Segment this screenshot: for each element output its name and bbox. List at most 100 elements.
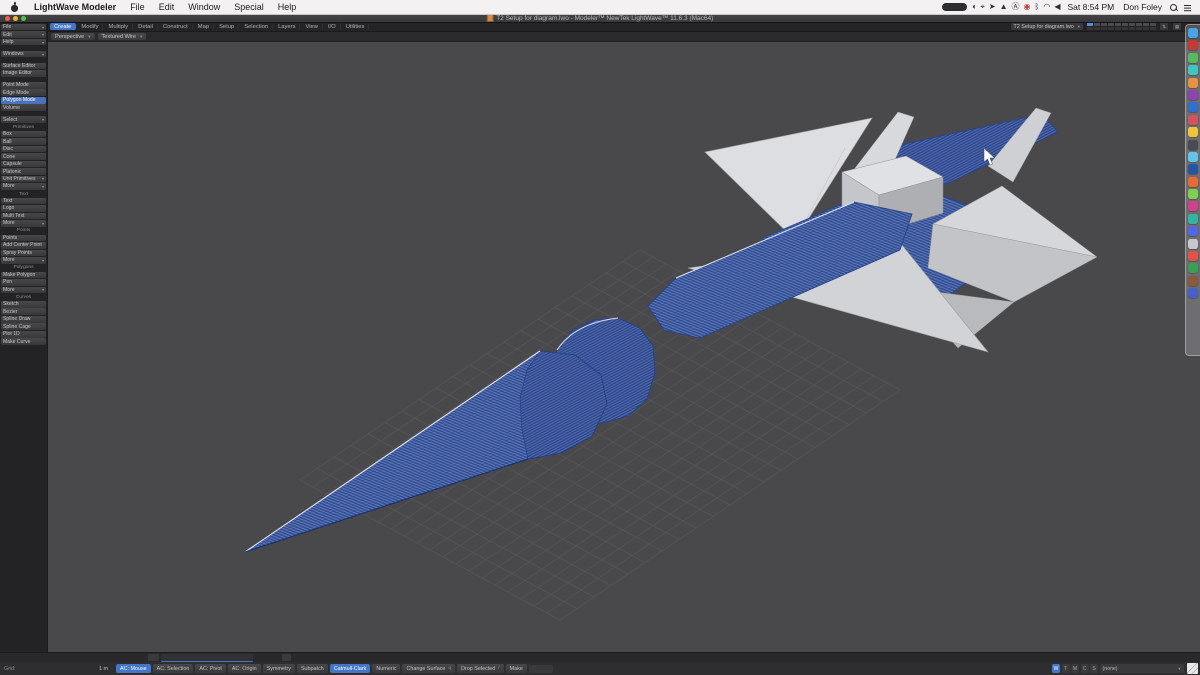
sidebar-item-logo[interactable]: Logo	[1, 205, 46, 212]
dock-app-icon[interactable]	[1188, 201, 1198, 211]
close-window-icon[interactable]	[5, 16, 10, 21]
vmap-selector[interactable]: (none) ▾	[1100, 664, 1184, 673]
vmap-m-button[interactable]: M	[1071, 664, 1079, 673]
menu-lightwave-modeler[interactable]: LightWave Modeler	[27, 0, 123, 14]
menu-file[interactable]: File	[123, 0, 152, 14]
bank-grid-icon[interactable]: ▦	[1172, 22, 1182, 31]
info-field[interactable]	[161, 654, 253, 662]
zoom-window-icon[interactable]	[21, 16, 26, 21]
dock-app-icon[interactable]	[1188, 53, 1198, 63]
status-input-field[interactable]	[529, 665, 553, 673]
sidebar-item-multi-text[interactable]: Multi Text	[1, 213, 46, 220]
dock-app-icon[interactable]	[1188, 164, 1198, 174]
sidebar-item-help[interactable]: Help▾	[1, 39, 46, 46]
tab-layers[interactable]: Layers	[274, 23, 300, 30]
layer-button-10[interactable]	[1150, 23, 1156, 30]
spotlight-icon[interactable]	[1169, 3, 1178, 12]
sidebar-item-more[interactable]: More▾	[1, 183, 46, 190]
sidebar-item-edit[interactable]: Edit▾	[1, 31, 46, 38]
make-button[interactable]: Make	[506, 664, 527, 673]
catmull-clark-button[interactable]: Catmull-Clark	[330, 664, 371, 673]
sidebar-item-more[interactable]: More▾	[1, 287, 46, 294]
sidebar-item-make-curve[interactable]: Make Curve	[1, 338, 46, 345]
menu-extra-icon[interactable]: Ⓐ	[1012, 0, 1020, 14]
tab-construct[interactable]: Construct	[159, 23, 193, 30]
apple-menu-icon[interactable]	[10, 3, 19, 12]
tab-modify[interactable]: Modify	[77, 23, 103, 30]
menu-edit[interactable]: Edit	[152, 0, 182, 14]
dock-app-icon[interactable]	[1188, 288, 1198, 298]
sidebar-item-polygon-mode[interactable]: Polygon Mode	[1, 97, 46, 104]
numeric-button[interactable]: Numeric	[372, 664, 400, 673]
dock-app-icon[interactable]	[1188, 239, 1198, 249]
dock-app-icon[interactable]	[1188, 65, 1198, 75]
subpatch-button[interactable]: Subpatch	[297, 664, 328, 673]
sidebar-item-text[interactable]: Text	[1, 198, 46, 205]
dock-app-icon[interactable]	[1188, 127, 1198, 137]
sidebar-item-add-center-point[interactable]: Add Center Point	[1, 242, 46, 249]
info-mini-dropdown[interactable]	[148, 654, 159, 661]
sidebar-item-surface-editor[interactable]: Surface Editor	[1, 63, 46, 70]
viewport-canvas[interactable]	[48, 41, 1200, 654]
dock-app-icon[interactable]	[1188, 78, 1198, 88]
layer-button-8[interactable]	[1136, 23, 1142, 30]
sidebar-item-spline-cage[interactable]: Spline Cage	[1, 323, 46, 330]
object-selector[interactable]: T2 Setup for diagram.lwo ▾	[1010, 22, 1085, 31]
sidebar-item-disc[interactable]: Disc	[1, 146, 46, 153]
sidebar-item-capsule[interactable]: Capsule	[1, 161, 46, 168]
ac-origin-button[interactable]: AC: Origin	[228, 664, 261, 673]
sidebar-item-image-editor[interactable]: Image Editor	[1, 70, 46, 77]
sidebar-item-cone[interactable]: Cone	[1, 153, 46, 160]
sidebar-item-more[interactable]: More▾	[1, 257, 46, 264]
layer-button-1[interactable]	[1087, 23, 1093, 30]
tab-utilities[interactable]: Utilities	[342, 23, 370, 30]
ac-selection-button[interactable]: AC: Selection	[153, 664, 194, 673]
tab-detail[interactable]: Detail	[134, 23, 158, 30]
view-mode-dropdown[interactable]: Perspective ▾	[51, 33, 95, 41]
dock-app-icon[interactable]	[1188, 251, 1198, 261]
notification-center-icon[interactable]	[1183, 3, 1192, 12]
dock-app-icon[interactable]	[1188, 115, 1198, 125]
drop-selected-button[interactable]: Drop Selected/	[457, 664, 504, 673]
menu-window[interactable]: Window	[181, 0, 227, 14]
dock-app-icon[interactable]	[1188, 140, 1198, 150]
dock-app-icon[interactable]	[1188, 276, 1198, 286]
menu-extra-icon[interactable]: ᛒ	[1035, 0, 1040, 14]
vmap-c-button[interactable]: C	[1081, 664, 1089, 673]
tab-multiply[interactable]: Multiply	[104, 23, 133, 30]
ac-pivot-button[interactable]: AC: Pivot	[195, 664, 225, 673]
menubar-clock[interactable]: Sat 8:54 PM	[1065, 2, 1116, 12]
menu-extra-icon[interactable]: ⌖	[980, 0, 985, 14]
layer-button-4[interactable]	[1108, 23, 1114, 30]
sidebar-item-unit-primitives[interactable]: Unit Primitives▾	[1, 176, 46, 183]
sidebar-item-make-polygon[interactable]: Make Polygon	[1, 272, 46, 279]
dock-app-icon[interactable]	[1188, 189, 1198, 199]
menu-extra-icon[interactable]: ◖	[972, 0, 977, 14]
layer-button-2[interactable]	[1094, 23, 1100, 30]
layer-button-5[interactable]	[1115, 23, 1121, 30]
menu-extra-pill-icon[interactable]	[942, 3, 967, 11]
dock-app-icon[interactable]	[1188, 177, 1198, 187]
sidebar-item-spline-draw[interactable]: Spline Draw	[1, 316, 46, 323]
vmap-t-button[interactable]: T	[1062, 664, 1070, 673]
menu-extra-icon[interactable]: ➤	[989, 0, 996, 14]
sidebar-item-pen[interactable]: Pen	[1, 279, 46, 286]
menubar-user[interactable]: Don Foley	[1121, 2, 1164, 12]
tab-map[interactable]: Map	[194, 23, 214, 30]
render-mode-dropdown[interactable]: Textured Wire ▾	[98, 33, 147, 41]
sidebar-item-more[interactable]: More▾	[1, 220, 46, 227]
dock-app-icon[interactable]	[1188, 152, 1198, 162]
layer-button-3[interactable]	[1101, 23, 1107, 30]
sidebar-item-points[interactable]: Points	[1, 235, 46, 242]
dock-app-icon[interactable]	[1188, 40, 1198, 50]
menu-special[interactable]: Special	[227, 0, 271, 14]
change-surface-button[interactable]: Change Surfaceq	[402, 664, 455, 673]
dock-app-icon[interactable]	[1188, 263, 1198, 273]
menu-extra-icon[interactable]: ▲	[1000, 0, 1008, 14]
dock-app-icon[interactable]	[1188, 28, 1198, 38]
sidebar-item-file[interactable]: File▾	[1, 24, 46, 31]
sidebar-item-sketch[interactable]: Sketch	[1, 301, 46, 308]
window-title-bar[interactable]: T2 Setup for diagram.lwo - Modeler™ NewT…	[0, 14, 1200, 23]
tab-i-o[interactable]: I/O	[324, 23, 341, 30]
sidebar-item-platonic[interactable]: Platonic	[1, 168, 46, 175]
